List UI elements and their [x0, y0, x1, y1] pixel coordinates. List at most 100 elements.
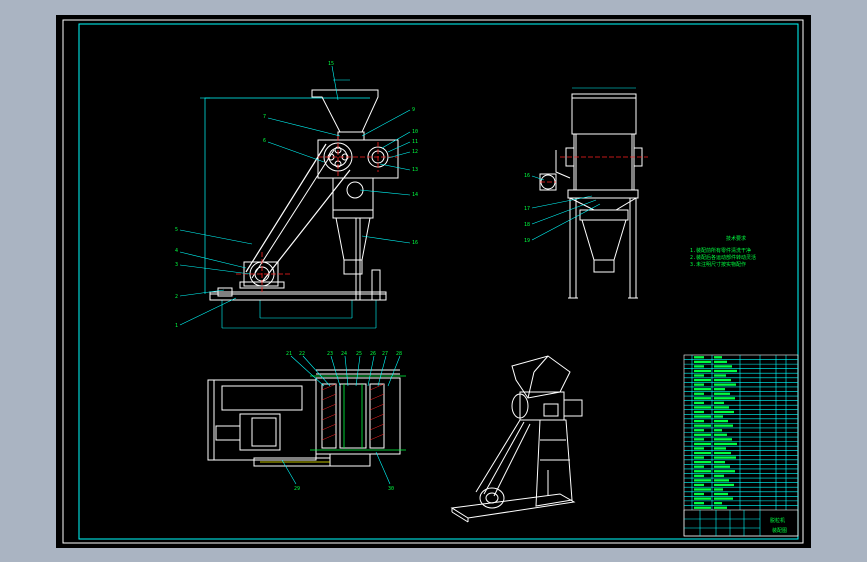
bom-text-mark — [714, 365, 732, 368]
balloon-3: 3 — [175, 262, 178, 268]
balloon-28: 28 — [396, 351, 402, 357]
bom-text-mark — [714, 492, 728, 496]
bom-text-mark — [694, 456, 704, 459]
bom-text-mark — [714, 374, 726, 377]
bom-text-mark — [714, 369, 737, 373]
bom-text-mark — [694, 470, 711, 473]
bom-text-mark — [694, 465, 704, 468]
balloon-23: 23 — [327, 351, 333, 357]
title-block-name: 脱粒机 — [770, 517, 785, 524]
balloon-7: 7 — [263, 114, 266, 120]
bom-text-mark — [714, 424, 733, 427]
balloon-10: 10 — [412, 129, 418, 135]
bom-text-mark — [714, 479, 729, 482]
bom-text-mark — [694, 388, 711, 391]
bom-text-mark — [694, 433, 711, 436]
bom-text-mark — [694, 447, 704, 450]
bom-text-mark — [714, 460, 725, 464]
bom-text-mark — [694, 392, 704, 395]
balloon-9: 9 — [412, 107, 415, 113]
bom-text-mark — [714, 406, 729, 409]
bom-text-mark — [694, 401, 704, 405]
bom-text-mark — [714, 392, 730, 395]
balloon-29: 29 — [294, 486, 300, 492]
balloon-2: 2 — [175, 294, 178, 300]
tech-note-1: 1.装配前所有零件清洗干净 — [690, 247, 751, 254]
bom-text-mark — [714, 502, 722, 505]
bom-text-mark — [714, 474, 724, 477]
bom-text-mark — [714, 470, 735, 473]
bom-text-mark — [714, 378, 731, 382]
bom-text-mark — [694, 492, 704, 496]
bom-text-mark — [694, 438, 704, 441]
bom-text-mark — [714, 433, 727, 436]
bom-text-mark — [714, 465, 730, 468]
bom-text-mark — [694, 483, 704, 487]
balloon-4: 4 — [175, 248, 178, 254]
balloon-1: 1 — [175, 323, 178, 329]
balloon-6: 6 — [263, 138, 266, 144]
balloon-22: 22 — [299, 351, 305, 357]
balloon-16: 16 — [412, 240, 418, 246]
bom-text-mark — [714, 401, 724, 405]
bom-text-mark — [694, 360, 711, 363]
bom-text-mark — [694, 397, 711, 400]
bom-text-mark — [694, 415, 711, 418]
bom-text-mark — [714, 410, 734, 414]
bom-text-mark — [694, 369, 711, 373]
bom-text-mark — [694, 383, 704, 386]
bom-text-mark — [694, 442, 711, 446]
balloon-5: 5 — [175, 227, 178, 233]
balloon-16-side: 16 — [524, 173, 530, 179]
balloon-24: 24 — [341, 351, 347, 357]
bom-text-mark — [714, 429, 722, 432]
bom-text-mark — [714, 456, 736, 459]
balloon-21: 21 — [286, 351, 292, 357]
balloon-27: 27 — [382, 351, 388, 357]
bom-text-mark — [694, 410, 704, 414]
tech-note-3: 3.未注明尺寸按实物配作 — [690, 261, 746, 268]
bom-text-mark — [714, 506, 727, 509]
bom-text-mark — [694, 429, 704, 432]
bom-text-mark — [714, 383, 736, 386]
balloon-14: 14 — [412, 192, 418, 198]
bom-text-mark — [694, 406, 711, 409]
bom-text-mark — [694, 451, 711, 455]
bom-text-mark — [714, 438, 732, 441]
bom-text-mark — [694, 424, 711, 427]
balloon-15: 15 — [328, 61, 334, 67]
tech-note-2: 2.装配后各运动部件转动灵活 — [690, 254, 756, 261]
balloon-11: 11 — [412, 139, 418, 145]
bom-text-mark — [714, 415, 723, 418]
cad-drawing-sheet: 15 7 6 5 4 3 2 1 9 10 11 12 13 14 16 16 … — [0, 0, 867, 562]
balloon-30: 30 — [388, 486, 394, 492]
balloon-19: 19 — [524, 238, 530, 244]
bom-text-mark — [694, 419, 704, 423]
bom-text-mark — [694, 497, 711, 500]
bom-text-mark — [714, 419, 728, 423]
bom-text-mark — [714, 483, 734, 487]
bom-text-mark — [714, 497, 733, 500]
bom-text-mark — [694, 365, 704, 368]
balloon-13: 13 — [412, 167, 418, 173]
bom-text-mark — [694, 506, 711, 509]
bom-text-mark — [694, 474, 704, 477]
balloon-18: 18 — [524, 222, 530, 228]
bom-text-mark — [714, 451, 731, 455]
bom-text-mark — [714, 356, 722, 359]
title-block-sub: 装配图 — [772, 527, 787, 534]
bom-text-mark — [714, 447, 726, 450]
bom-text-mark — [694, 460, 711, 464]
bom-text-mark — [714, 388, 725, 391]
bom-text-mark — [694, 374, 704, 377]
balloon-17: 17 — [524, 206, 530, 212]
bom-text-mark — [694, 356, 704, 359]
bom-text-mark — [714, 360, 727, 363]
bom-text-mark — [714, 397, 735, 400]
bom-text-mark — [694, 502, 704, 505]
bom-text-mark — [694, 479, 711, 482]
bom-text-mark — [694, 378, 711, 382]
bom-text-mark — [714, 488, 723, 491]
bom-text-mark — [694, 488, 711, 491]
drawing-sheet — [56, 15, 811, 548]
